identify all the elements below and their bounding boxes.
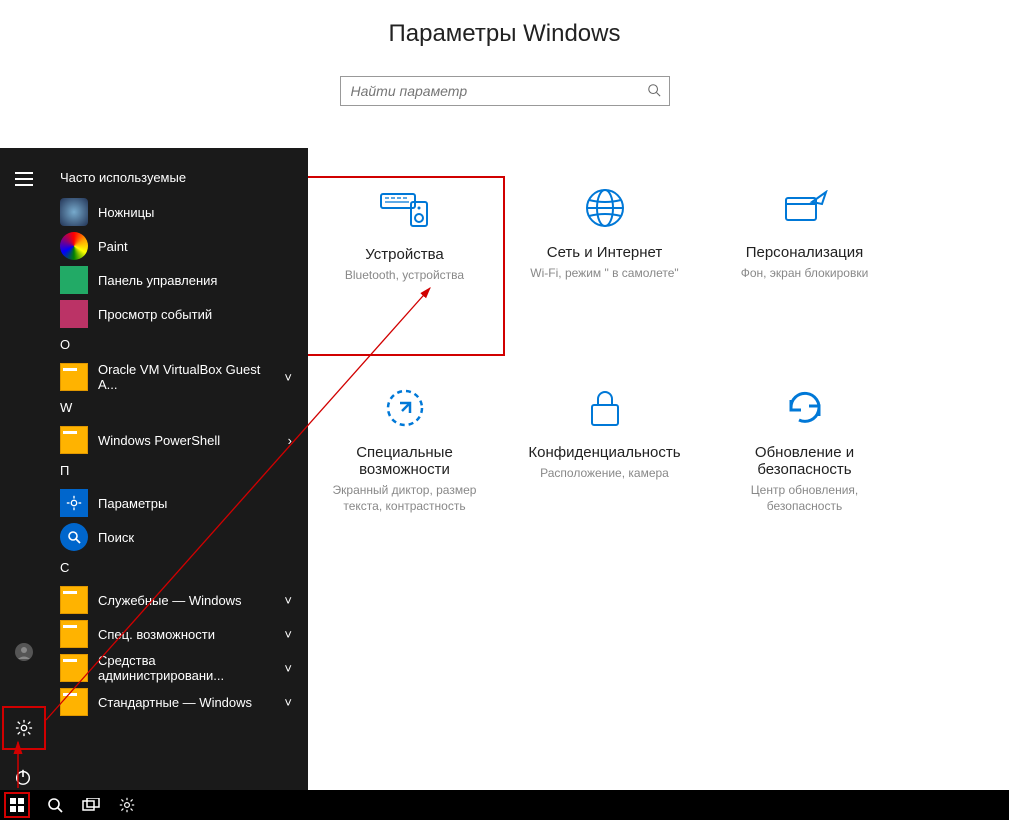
tile-desc: Фон, экран блокировки	[715, 265, 895, 281]
page-title: Параметры Windows	[0, 20, 1009, 48]
lock-icon	[515, 384, 695, 432]
chevron-down-icon: ˅	[284, 627, 292, 642]
start-app-list: Часто используемые Ножницы Paint Панель …	[48, 148, 308, 792]
tile-desc: Центр обновления, безопасность	[715, 482, 895, 514]
folder-icon	[60, 426, 88, 454]
chevron-down-icon: ˅	[284, 695, 292, 710]
tile-privacy[interactable]: Конфиденциальность Расположение, камера	[505, 376, 705, 556]
rail-settings-button[interactable]	[2, 706, 46, 750]
taskbar-search-icon[interactable]	[44, 794, 66, 816]
chevron-down-icon: ˅	[284, 370, 292, 385]
update-icon	[715, 384, 895, 432]
app-label: Стандартные — Windows	[98, 695, 252, 710]
app-label: Windows PowerShell	[98, 433, 220, 448]
tile-title: Специальные возможности	[315, 444, 495, 478]
chevron-down-icon: ˅	[284, 661, 292, 676]
tile-network[interactable]: Сеть и Интернет Wi-Fi, режим " в самолет…	[505, 176, 705, 356]
tile-devices[interactable]: Устройства Bluetooth, устройства	[305, 176, 505, 356]
app-admin-tools[interactable]: Средства администрировани... ˅	[58, 651, 300, 685]
tile-title: Обновление и безопасность	[715, 444, 895, 478]
letter-header-P[interactable]: П	[60, 463, 300, 478]
search-input[interactable]	[341, 77, 669, 105]
folder-icon	[60, 654, 88, 682]
app-label: Поиск	[98, 530, 134, 545]
search-icon	[60, 523, 88, 551]
search-icon[interactable]	[647, 83, 661, 102]
palette-icon	[60, 232, 88, 260]
tile-title: Сеть и Интернет	[515, 244, 695, 261]
taskbar	[0, 790, 1009, 820]
globe-icon	[515, 184, 695, 232]
app-label: Служебные — Windows	[98, 593, 242, 608]
app-label: Ножницы	[98, 205, 154, 220]
hamburger-icon[interactable]	[15, 172, 33, 191]
letter-header-W[interactable]: W	[60, 400, 300, 415]
app-label: Параметры	[98, 496, 167, 511]
tile-desc: Экранный диктор, размер текста, контраст…	[315, 482, 495, 514]
app-settings[interactable]: Параметры	[58, 486, 300, 520]
scissors-icon	[60, 198, 88, 226]
chevron-right-icon: ›	[288, 433, 292, 448]
app-control-panel[interactable]: Панель управления	[58, 263, 300, 297]
folder-icon	[60, 363, 88, 391]
start-section-recent: Часто используемые	[60, 170, 300, 185]
app-ease-of-access-folder[interactable]: Спец. возможности ˅	[58, 617, 300, 651]
start-menu: Часто используемые Ножницы Paint Панель …	[0, 148, 308, 792]
control-panel-icon	[60, 266, 88, 294]
folder-icon	[60, 688, 88, 716]
app-windows-powershell[interactable]: Windows PowerShell ›	[58, 423, 300, 457]
app-snipping-tool[interactable]: Ножницы	[58, 195, 300, 229]
tile-title: Конфиденциальность	[515, 444, 695, 461]
chevron-down-icon: ˅	[284, 593, 292, 608]
folder-icon	[60, 586, 88, 614]
app-accessories[interactable]: Стандартные — Windows ˅	[58, 685, 300, 719]
tile-update[interactable]: Обновление и безопасность Центр обновлен…	[705, 376, 905, 556]
letter-header-S[interactable]: С	[60, 560, 300, 575]
paint-icon	[715, 184, 895, 232]
app-label: Средства администрировани...	[98, 653, 274, 683]
tile-personalization[interactable]: Персонализация Фон, экран блокировки	[705, 176, 905, 356]
devices-icon	[317, 186, 493, 234]
app-label: Спец. возможности	[98, 627, 215, 642]
app-label: Панель управления	[98, 273, 217, 288]
tile-desc: Bluetooth, устройства	[317, 267, 493, 283]
app-label: Oracle VM VirtualBox Guest A...	[98, 362, 274, 392]
start-button[interactable]	[4, 792, 30, 818]
app-event-viewer[interactable]: Просмотр событий	[58, 297, 300, 331]
letter-header-O[interactable]: O	[60, 337, 300, 352]
taskbar-settings-icon[interactable]	[116, 794, 138, 816]
power-icon[interactable]	[14, 768, 34, 788]
tile-accessibility[interactable]: Специальные возможности Экранный диктор,…	[305, 376, 505, 556]
app-paint[interactable]: Paint	[58, 229, 300, 263]
folder-icon	[60, 620, 88, 648]
user-icon[interactable]	[14, 642, 34, 662]
tile-title: Персонализация	[715, 244, 895, 261]
start-rail	[0, 148, 48, 792]
app-label: Paint	[98, 239, 128, 254]
tile-desc: Расположение, камера	[515, 465, 695, 481]
app-label: Просмотр событий	[98, 307, 212, 322]
tile-title: Устройства	[317, 246, 493, 263]
app-oracle-vbox[interactable]: Oracle VM VirtualBox Guest A... ˅	[58, 360, 300, 394]
search-field[interactable]	[340, 76, 670, 106]
tile-desc: Wi-Fi, режим " в самолете"	[515, 265, 695, 281]
gear-icon	[60, 489, 88, 517]
event-viewer-icon	[60, 300, 88, 328]
app-search[interactable]: Поиск	[58, 520, 300, 554]
app-windows-system[interactable]: Служебные — Windows ˅	[58, 583, 300, 617]
task-view-icon[interactable]	[80, 794, 102, 816]
ease-of-access-icon	[315, 384, 495, 432]
